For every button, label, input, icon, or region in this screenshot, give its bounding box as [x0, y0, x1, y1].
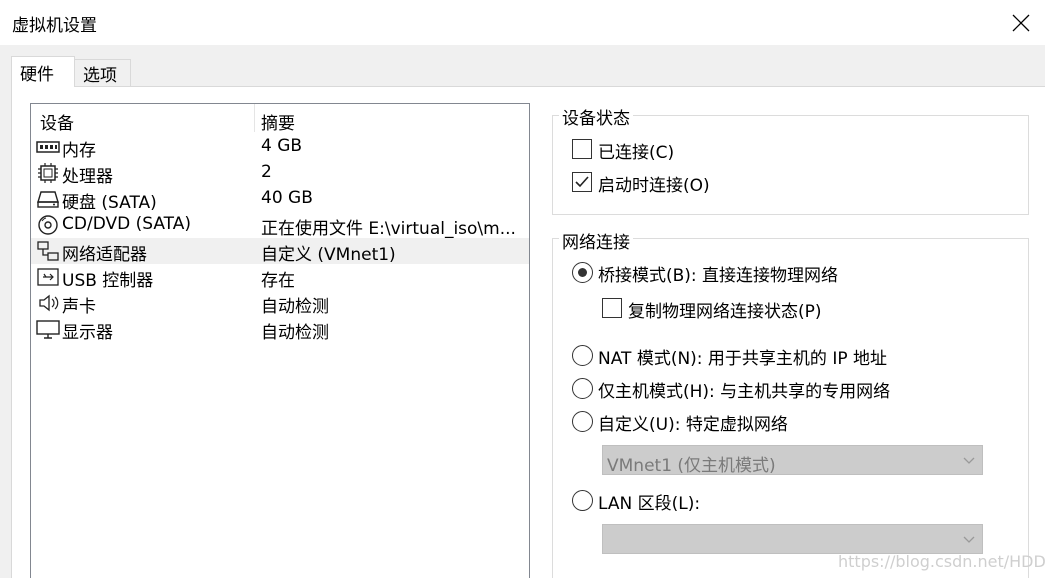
device-summary: 自动检测	[261, 297, 329, 317]
device-row-network[interactable]: 网络适配器 自定义 (VMnet1)	[31, 238, 529, 265]
checkmark-icon	[575, 176, 589, 188]
device-name: CD/DVD (SATA)	[62, 214, 191, 234]
device-row-memory[interactable]: 内存 4 GB	[31, 134, 529, 161]
bridged-label[interactable]: 桥接模式(B): 直接连接物理网络	[598, 261, 838, 286]
custom-label[interactable]: 自定义(U): 特定虚拟网络	[598, 410, 788, 435]
usb-icon	[37, 268, 59, 286]
monitor-icon	[36, 320, 60, 339]
device-row-processor[interactable]: 处理器 2	[31, 160, 529, 187]
device-summary: 自动检测	[261, 323, 329, 343]
device-row-harddisk[interactable]: 硬盘 (SATA) 40 GB	[31, 186, 529, 213]
nat-label[interactable]: NAT 模式(N): 用于共享主机的 IP 地址	[598, 344, 887, 369]
device-name: 内存	[62, 141, 96, 161]
watermark-text: https://blog.csdn.net/HDD_jf	[838, 552, 1045, 571]
window-title: 虚拟机设置	[12, 16, 97, 36]
device-status-title: 设备状态	[559, 104, 633, 129]
tab-hardware[interactable]: 硬件	[11, 56, 75, 87]
device-status-group	[552, 115, 1029, 215]
device-summary: 存在	[261, 271, 295, 291]
column-separator[interactable]	[254, 104, 255, 132]
custom-radio[interactable]	[572, 411, 593, 432]
bridged-radio[interactable]	[572, 262, 593, 283]
connect-at-power-on-label[interactable]: 启动时连接(O)	[598, 171, 710, 196]
cd-icon	[38, 215, 58, 235]
device-summary: 自定义 (VMnet1)	[261, 245, 396, 265]
replicate-state-label[interactable]: 复制物理网络连接状态(P)	[628, 297, 822, 322]
column-header-summary[interactable]: 摘要	[261, 109, 295, 134]
connect-at-power-on-checkbox[interactable]	[572, 172, 592, 192]
custom-network-select[interactable]: VMnet1 (仅主机模式)	[602, 445, 983, 476]
device-row-display[interactable]: 显示器 自动检测	[31, 316, 529, 343]
cpu-icon	[38, 163, 58, 183]
device-name: 网络适配器	[62, 245, 147, 265]
lan-segment-label[interactable]: LAN 区段(L):	[598, 489, 700, 514]
lan-segment-radio[interactable]	[572, 490, 593, 511]
tab-hardware-label: 硬件	[20, 64, 54, 85]
device-name: 显示器	[62, 323, 113, 343]
tab-options-label: 选项	[83, 65, 117, 86]
device-row-sound[interactable]: 声卡 自动检测	[31, 290, 529, 317]
device-name: USB 控制器	[62, 271, 154, 291]
device-row-usb[interactable]: USB 控制器 存在	[31, 264, 529, 291]
device-summary: 4 GB	[261, 136, 303, 156]
device-row-cddvd[interactable]: CD/DVD (SATA) 正在使用文件 E:\virtual_iso\m...	[31, 212, 529, 239]
device-name: 声卡	[62, 297, 96, 317]
device-summary: 正在使用文件 E:\virtual_iso\m...	[261, 219, 516, 239]
memory-icon	[36, 141, 60, 153]
network-connection-title: 网络连接	[559, 228, 633, 253]
replicate-state-checkbox[interactable]	[602, 298, 622, 318]
network-icon	[37, 241, 59, 261]
custom-network-value: VMnet1 (仅主机模式)	[607, 456, 776, 476]
column-header-device[interactable]: 设备	[40, 109, 74, 134]
title-bar: 虚拟机设置	[0, 0, 1045, 45]
device-name: 硬盘 (SATA)	[62, 193, 157, 213]
device-summary: 40 GB	[261, 188, 313, 208]
host-only-radio[interactable]	[572, 378, 593, 399]
connected-checkbox[interactable]	[572, 139, 592, 159]
host-only-label[interactable]: 仅主机模式(H): 与主机共享的专用网络	[598, 377, 890, 402]
speaker-icon	[39, 294, 59, 312]
device-name: 处理器	[62, 167, 113, 187]
close-button[interactable]	[997, 0, 1045, 45]
radio-selected-dot	[578, 268, 587, 277]
lan-segment-select[interactable]	[602, 524, 983, 554]
harddisk-icon	[37, 191, 59, 208]
nat-radio[interactable]	[572, 345, 593, 366]
device-summary: 2	[261, 162, 272, 182]
list-header: 设备 摘要	[31, 104, 529, 134]
chevron-down-icon	[963, 457, 975, 464]
close-icon	[1012, 14, 1030, 31]
connected-label[interactable]: 已连接(C)	[598, 138, 674, 163]
chevron-down-icon	[963, 536, 975, 543]
tab-options[interactable]: 选项	[74, 59, 131, 86]
device-list[interactable]: 设备 摘要 内存 4 GB 处理器 2 硬盘 (SATA) 40 GB CD/D…	[30, 103, 530, 578]
